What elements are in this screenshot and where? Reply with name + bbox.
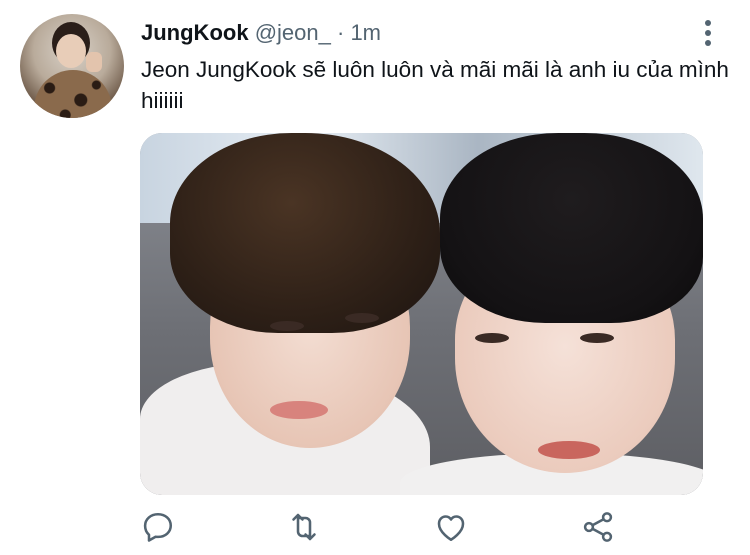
more-dot <box>705 20 711 26</box>
tweet-text: Jeon JungKook sẽ luôn luôn và mãi mãi là… <box>141 57 729 113</box>
photo-person-left-hair <box>170 133 440 333</box>
tweet-card[interactable]: JungKook @jeon_ · 1m Jeon JungKook sẽ lu… <box>0 0 750 555</box>
tweet-header: JungKook @jeon_ · 1m <box>141 19 381 47</box>
more-dot <box>705 30 711 36</box>
heart-icon[interactable] <box>433 509 469 545</box>
tweet-timestamp[interactable]: 1m <box>350 20 381 45</box>
more-options-icon[interactable] <box>700 18 716 48</box>
photo-person-left-eye <box>270 321 304 331</box>
reply-icon[interactable] <box>140 509 176 545</box>
photo-person-right-eye <box>475 333 509 343</box>
share-icon[interactable] <box>580 509 616 545</box>
photo-person-left-lips <box>270 401 328 419</box>
author-handle[interactable]: @jeon_ <box>255 20 331 45</box>
photo-person-right-eye <box>580 333 614 343</box>
retweet-icon[interactable] <box>286 509 322 545</box>
photo-person-left-eye <box>345 313 379 323</box>
tweet-photo[interactable] <box>140 133 703 495</box>
header-separator: · <box>336 20 345 45</box>
avatar-hand <box>86 52 102 72</box>
avatar-jacket <box>34 70 112 118</box>
tweet-actions-bar <box>0 505 750 549</box>
photo-person-right-hair <box>440 133 703 323</box>
photo-person-right-lips <box>538 441 600 459</box>
avatar[interactable] <box>20 14 124 118</box>
author-name[interactable]: JungKook <box>141 20 249 45</box>
more-dot <box>705 40 711 46</box>
avatar-face <box>56 34 86 68</box>
